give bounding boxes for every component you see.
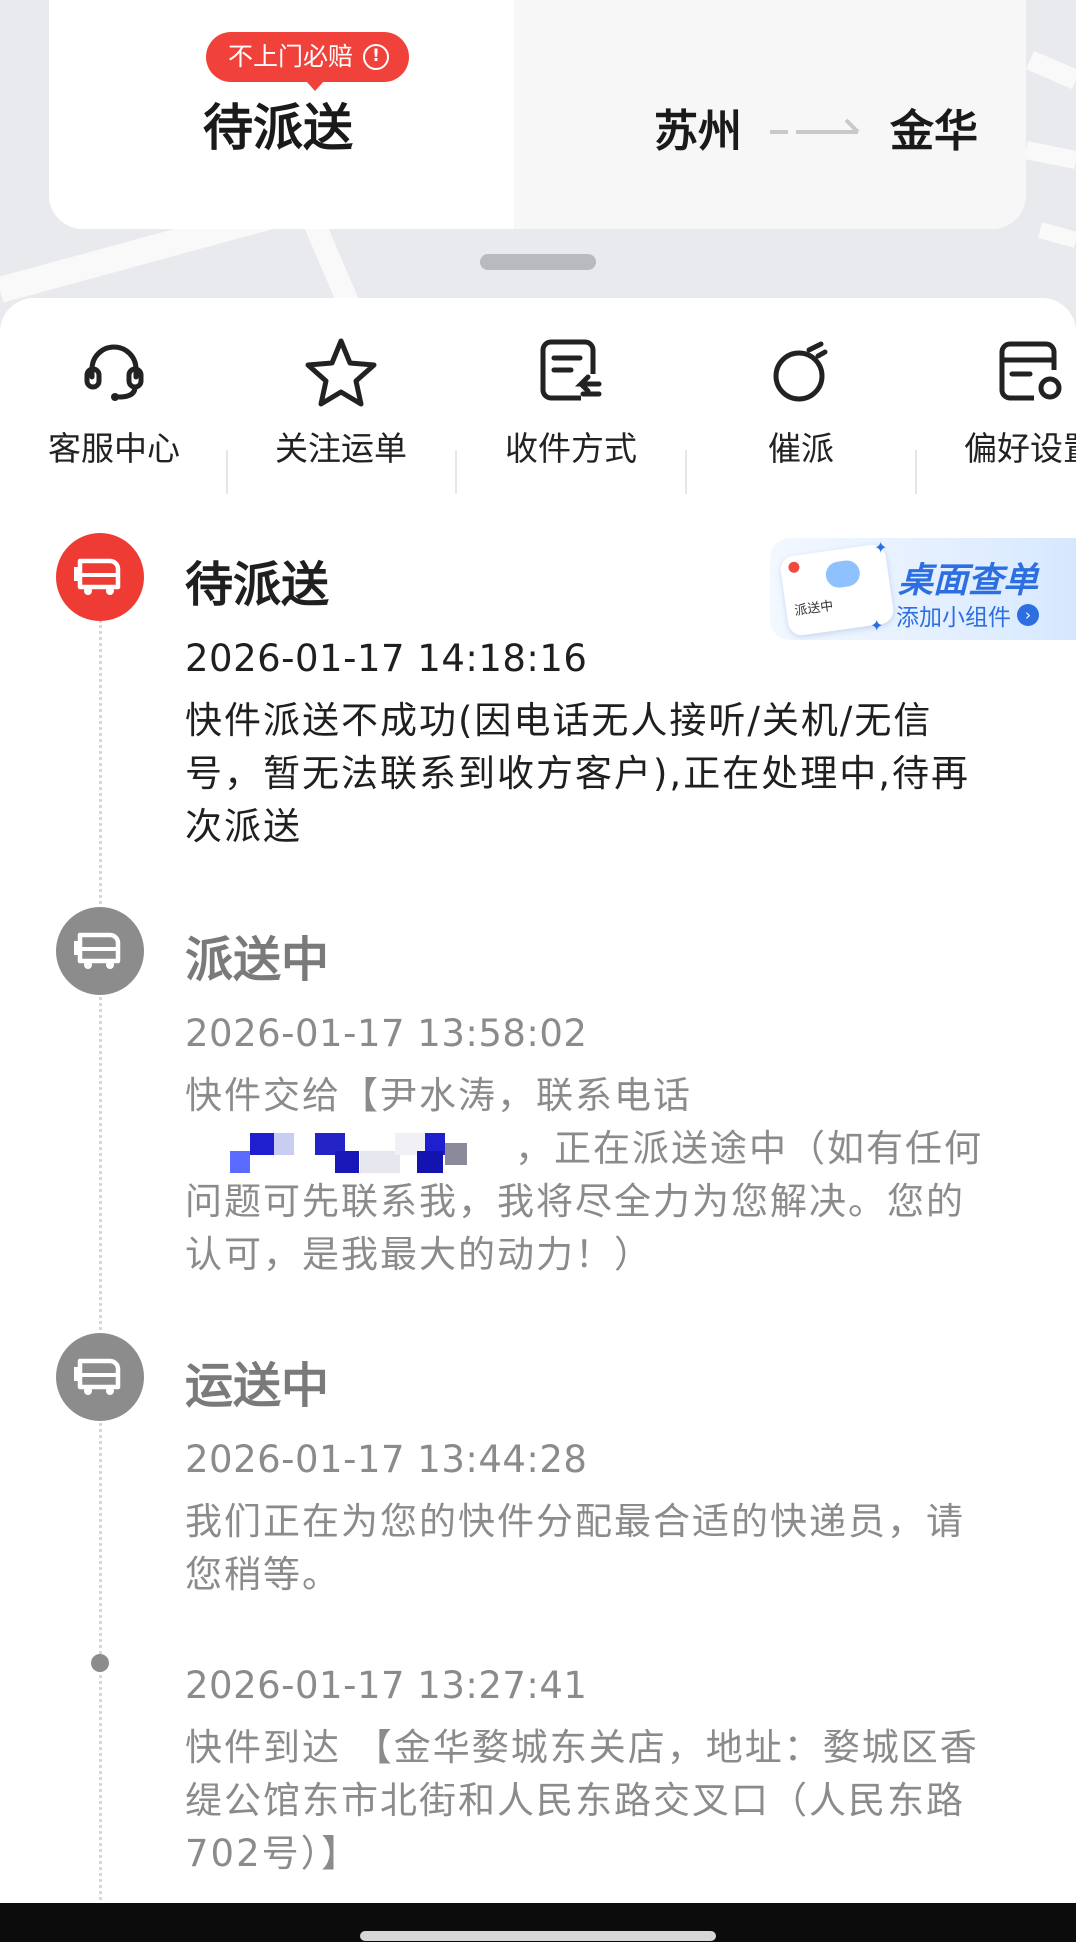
- timeline-dot: [91, 1654, 109, 1672]
- divider: [685, 450, 687, 494]
- system-nav-bar: [0, 1903, 1076, 1942]
- timeline-line: [99, 620, 102, 1900]
- widget-preview-label: 派送中: [793, 598, 835, 620]
- settings-card-icon: [999, 341, 1062, 401]
- action-urge-delivery[interactable]: 催派: [701, 328, 901, 470]
- event-description-part1: 快件交给【尹水涛，联系电话: [185, 1074, 692, 1117]
- route-arrow-icon: [770, 118, 860, 134]
- sparkle-icon: ✦: [874, 538, 888, 557]
- action-label: 偏好设置: [964, 429, 1076, 468]
- event-title: 运送中: [185, 1358, 330, 1414]
- divider: [915, 450, 917, 494]
- origin-city: 苏州: [654, 106, 742, 157]
- action-preferences[interactable]: 偏好设置: [930, 328, 1076, 470]
- action-follow-waybill[interactable]: 关注运单: [241, 328, 441, 470]
- divider: [455, 450, 457, 494]
- action-customer-service[interactable]: 客服中心: [14, 328, 214, 470]
- action-receive-method[interactable]: 收件方式: [471, 328, 671, 470]
- action-label: 收件方式: [505, 429, 637, 468]
- headset-icon: [84, 344, 144, 401]
- drag-handle[interactable]: [480, 254, 596, 270]
- timeline-node-active: [56, 533, 144, 621]
- chevron-right-icon: ›: [1017, 604, 1039, 626]
- promo-subtitle-label: 添加小组件: [896, 605, 1011, 631]
- promo-subtitle: 添加小组件 ›: [896, 598, 1039, 632]
- receive-doc-icon: [540, 339, 602, 401]
- pin-icon: [787, 561, 801, 574]
- event-time: 2026-01-17 13:58:02: [185, 1012, 588, 1055]
- action-label: 客服中心: [48, 429, 180, 468]
- destination-city: 金华: [890, 106, 978, 157]
- home-indicator[interactable]: [360, 1931, 716, 1941]
- action-label: 催派: [768, 429, 834, 468]
- route: 苏州 金华: [654, 95, 978, 159]
- sparkle-icon: ✦: [870, 616, 884, 635]
- event-time: 2026-01-17 13:44:28: [185, 1438, 588, 1481]
- timeline-node: [56, 907, 144, 995]
- event-time: 2026-01-17 14:18:16: [185, 637, 588, 680]
- stopwatch-icon: [773, 341, 828, 402]
- widget-promo[interactable]: 派送中 ✦ ✦ 桌面查单 添加小组件 ›: [770, 538, 1076, 640]
- truck-icon: [74, 1358, 121, 1395]
- event-title: 待派送: [185, 557, 330, 613]
- info-icon[interactable]: !: [363, 44, 390, 70]
- event-description: 快件到达 【金华婺城东关店，地址：婺城区香缇公馆东市北街和人民东路交叉口（人民东…: [185, 1726, 979, 1875]
- redacted-phone: [185, 1129, 515, 1173]
- status-card: 待派送 苏州 金华: [49, 0, 1026, 229]
- truck-icon: [74, 558, 121, 595]
- action-label: 关注运单: [275, 429, 407, 468]
- guarantee-badge[interactable]: 不上门必赔 !: [206, 32, 410, 91]
- weather-cloud-icon: [824, 558, 862, 590]
- timeline-node: [56, 1333, 144, 1421]
- truck-icon: [74, 932, 121, 969]
- divider: [226, 450, 228, 494]
- event-title: 派送中: [185, 932, 330, 988]
- action-bar: 客服中心 关注运单 收件方式 催派 偏好设: [0, 328, 1076, 494]
- event-description: 快件派送不成功(因电话无人接听/关机/无信号，暂无法联系到收方客户),正在处理中…: [185, 699, 970, 848]
- event-description: 我们正在为您的快件分配最合适的快递员，请您稍等。: [185, 1500, 965, 1596]
- star-icon: [305, 338, 377, 407]
- event-description: 快件交给【尹水涛，联系电话 ，正在派送途中（如有任何问题可先联系我，我将尽全力为…: [185, 1069, 985, 1281]
- delivery-status: 待派送: [203, 99, 353, 157]
- event-time: 2026-01-17 13:27:41: [185, 1664, 588, 1707]
- route-panel: 苏州 金华: [514, 0, 1026, 229]
- badge-tail: [306, 81, 324, 91]
- promo-title: 桌面查单: [898, 561, 1039, 601]
- guarantee-badge-label: 不上门必赔: [228, 42, 354, 71]
